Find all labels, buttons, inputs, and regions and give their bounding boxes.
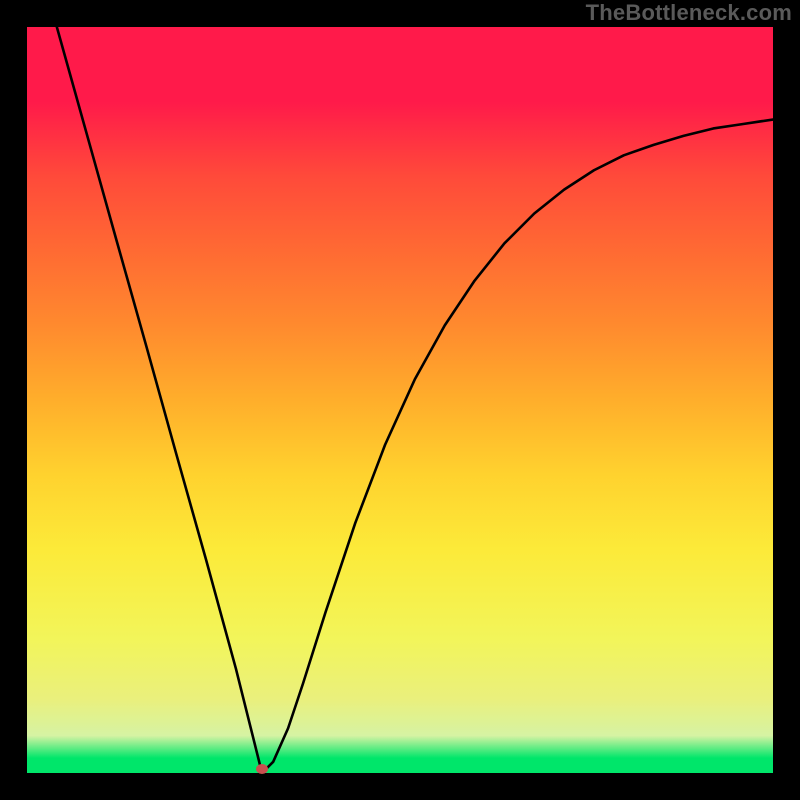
plot-area [27,27,773,773]
watermark-text: TheBottleneck.com [586,0,792,26]
curve-svg [27,27,773,773]
minimum-marker [256,764,268,774]
chart-frame: TheBottleneck.com [0,0,800,800]
curve-path [57,27,773,773]
